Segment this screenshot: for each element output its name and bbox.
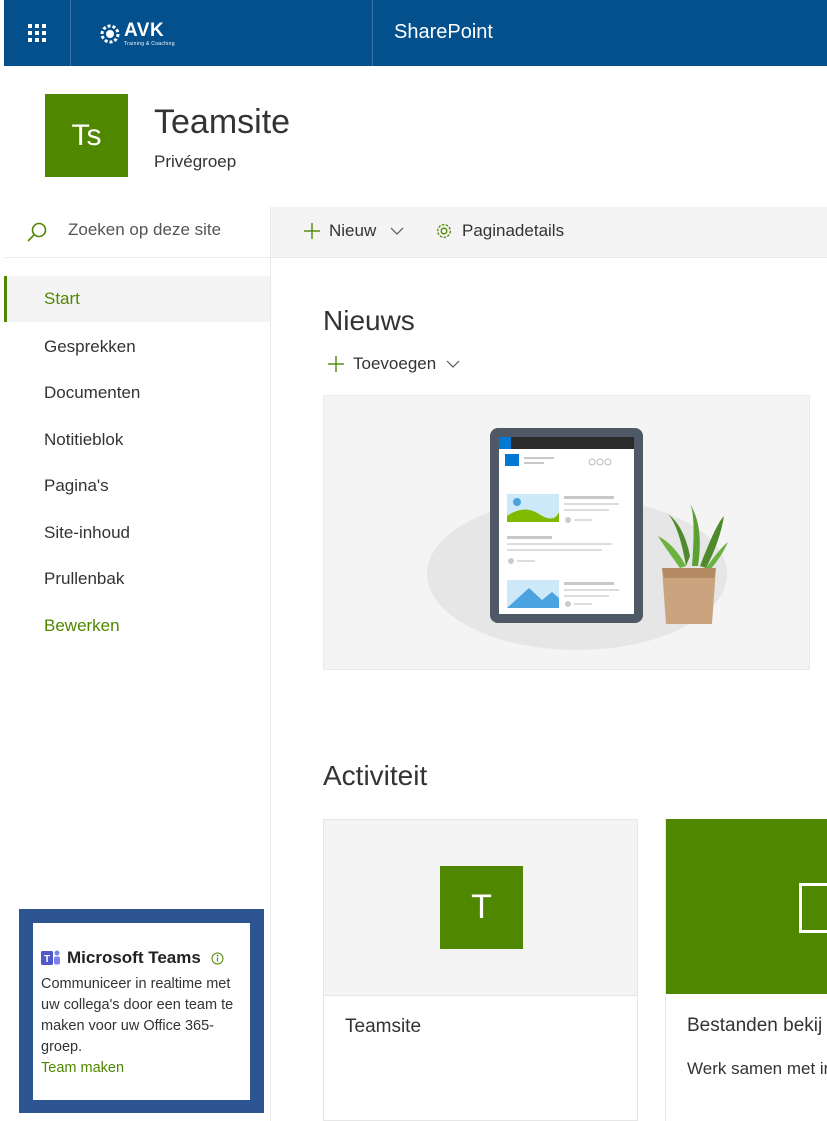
app-launcher-button[interactable] [4,0,71,66]
new-button[interactable]: Nieuw [303,221,404,241]
plus-icon [304,223,320,239]
chevron-down-icon [446,360,460,368]
info-icon[interactable] [211,952,224,965]
page-details-label: Paginadetails [462,221,565,240]
teams-description: Communiceer in realtime met uw collega's… [41,976,234,1055]
document-icon [799,883,827,933]
new-button-label: Nieuw [329,221,377,240]
news-heading: Nieuws [323,305,415,336]
search-input[interactable] [68,220,258,240]
add-news-button[interactable]: Toevoegen [327,354,460,374]
card-title: Teamsite [345,1016,422,1037]
site-search [4,207,270,258]
nav-item-notitieblok[interactable]: Notitieblok [4,417,270,463]
page-details-button[interactable]: Paginadetails [434,221,564,241]
site-privacy-label: Privégroep [154,152,237,171]
teams-icon: T [41,950,60,965]
gear-icon [437,224,451,238]
tablet-plant-illustration [427,428,728,650]
divider [372,0,373,66]
svg-text:T: T [44,954,50,965]
org-logo[interactable]: AVK Training & Coaching [99,18,175,50]
news-placeholder-illustration [323,395,810,670]
waffle-icon [28,24,46,42]
site-tile: T [440,866,523,949]
suite-bar: AVK Training & Coaching SharePoint [4,0,827,66]
plus-icon [328,356,344,372]
add-news-label: Toevoegen [353,354,437,373]
teams-title: Microsoft Teams [67,948,201,967]
teams-promo-content: T Microsoft Teams Communiceer in realtim… [33,923,250,1100]
site-logo[interactable]: Ts [45,94,128,177]
activity-card-teamsite[interactable]: T Teamsite [323,819,638,1121]
command-bar: Nieuw Paginadetails [271,207,827,258]
logo-name: AVK [124,20,165,41]
teams-promo-card: T Microsoft Teams Communiceer in realtim… [19,909,264,1113]
card-description: Werk samen met inhoud. [687,1059,827,1078]
nav-item-site-inhoud[interactable]: Site-inhoud [4,510,270,556]
activity-heading: Activiteit [323,760,428,791]
nav-item-paginas[interactable]: Pagina's [4,463,270,509]
nav-item-gesprekken[interactable]: Gesprekken [4,324,270,370]
chevron-down-icon [390,227,404,235]
search-icon[interactable] [26,221,48,243]
logo-gear-icon [100,24,120,44]
nav-item-documenten[interactable]: Documenten [4,370,270,416]
site-title[interactable]: Teamsite [154,103,290,142]
activity-card-files[interactable]: Bestanden bekij Werk samen met inhoud. [665,819,827,1121]
logo-tagline: Training & Coaching [124,41,175,47]
create-team-link[interactable]: Team maken [41,1058,242,1079]
card-preview [666,819,827,994]
app-title[interactable]: SharePoint [394,21,493,44]
nav-item-start[interactable]: Start [4,276,270,322]
card-preview: T [324,820,637,996]
edit-nav-link[interactable]: Bewerken [4,603,270,649]
nav-item-prullenbak[interactable]: Prullenbak [4,556,270,602]
card-title: Bestanden bekij [687,1015,823,1036]
